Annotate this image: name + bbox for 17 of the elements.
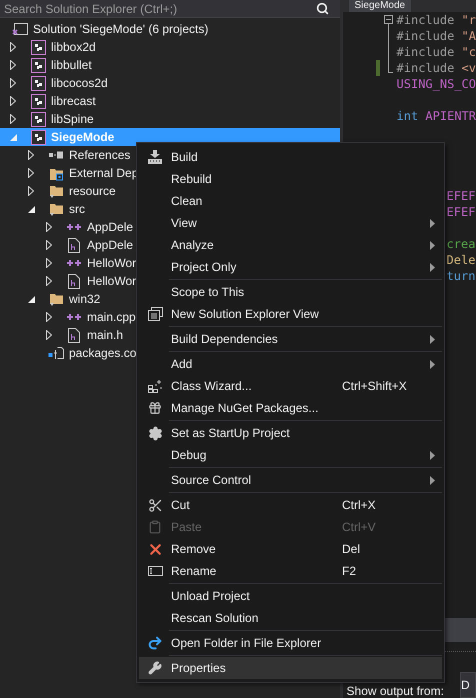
- shortcut-text: Del: [342, 542, 362, 556]
- shortcut-text: Ctrl+V: [342, 520, 377, 534]
- code-line: crea: [446, 237, 476, 251]
- shortcut-text: F2: [342, 564, 358, 578]
- output-label: Show output from:: [346, 684, 444, 698]
- code-line: #include "r: [396, 13, 476, 27]
- shortcut-text: Ctrl+X: [342, 498, 377, 512]
- code-line: #include "A: [396, 29, 476, 43]
- code-line: turn: [446, 269, 476, 283]
- code-line: USING_NS_CO: [396, 77, 476, 91]
- code-line: EFEF: [446, 189, 476, 203]
- code-line: int APIENTR: [396, 109, 476, 123]
- code-line: #include "c: [396, 45, 476, 59]
- code-line: Dele: [446, 253, 476, 267]
- shortcut-text: Ctrl+Shift+X: [342, 379, 408, 393]
- code-line: #include <v: [396, 61, 476, 75]
- code-line: EFEF: [446, 205, 476, 219]
